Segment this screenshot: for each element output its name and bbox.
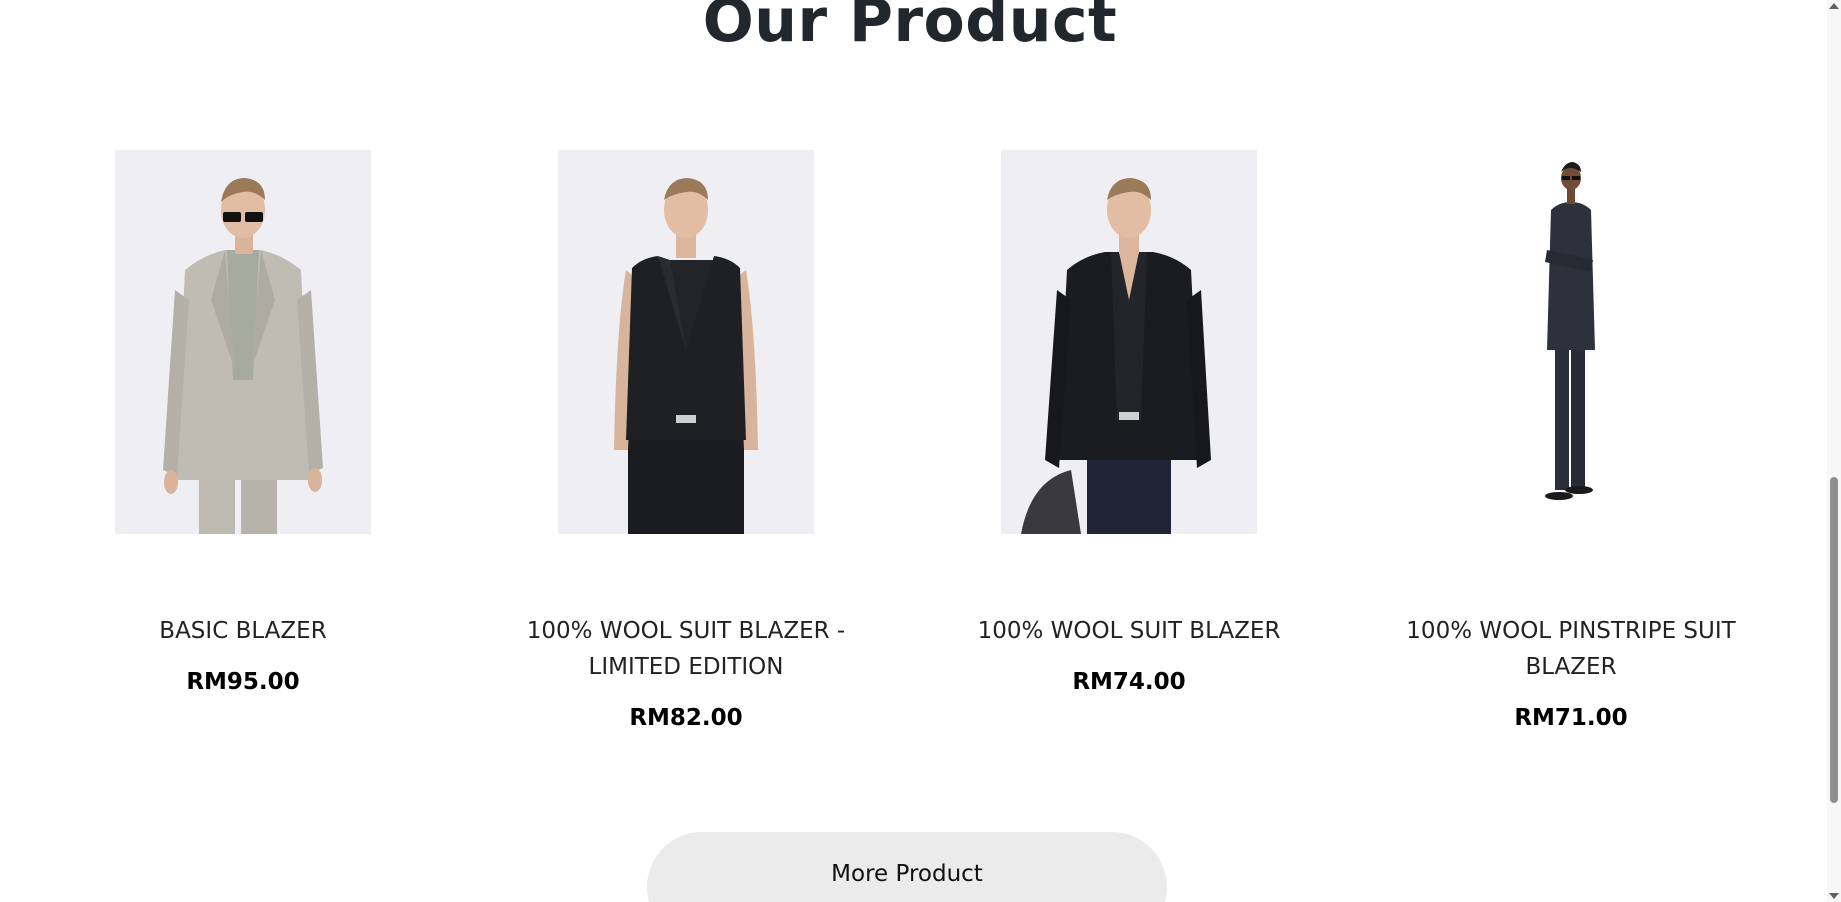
product-photo-basic-blazer: [115, 150, 371, 534]
product-image[interactable]: [1001, 150, 1257, 534]
scrollbar-thumb[interactable]: [1830, 477, 1838, 803]
product-image[interactable]: [1443, 150, 1699, 534]
product-price: RM95.00: [186, 669, 300, 695]
product-name[interactable]: 100% WOOL PINSTRIPE SUIT BLAZER: [1361, 613, 1781, 685]
scroll-down-arrow-icon[interactable]: [1829, 893, 1839, 899]
product-card[interactable]: 100% WOOL PINSTRIPE SUIT BLAZER RM71.00: [1361, 150, 1781, 731]
product-name[interactable]: 100% WOOL SUIT BLAZER: [919, 613, 1339, 649]
section-title: Our Product: [702, 0, 1118, 56]
product-card[interactable]: 100% WOOL SUIT BLAZER RM74.00: [919, 150, 1339, 695]
product-photo-wool-suit-blazer-limited: [558, 150, 814, 534]
product-photo-wool-pinstripe-suit-blazer: [1443, 150, 1699, 534]
scroll-up-arrow-icon[interactable]: [1829, 3, 1839, 9]
product-card[interactable]: 100% WOOL SUIT BLAZER - LIMITED EDITION …: [476, 150, 896, 731]
vertical-scrollbar[interactable]: [1827, 0, 1841, 902]
product-price: RM71.00: [1514, 705, 1628, 731]
product-name[interactable]: BASIC BLAZER: [33, 613, 453, 649]
product-image[interactable]: [115, 150, 371, 534]
product-photo-wool-suit-blazer: [1001, 150, 1257, 534]
product-price: RM82.00: [629, 705, 743, 731]
product-name[interactable]: 100% WOOL SUIT BLAZER - LIMITED EDITION: [476, 613, 896, 685]
more-product-button[interactable]: More Product: [647, 832, 1167, 902]
product-price: RM74.00: [1072, 669, 1186, 695]
product-card[interactable]: BASIC BLAZER RM95.00: [33, 150, 453, 695]
product-section: Our Product BASIC BLAZER RM95.00 100% WO…: [0, 0, 1841, 902]
product-image[interactable]: [558, 150, 814, 534]
